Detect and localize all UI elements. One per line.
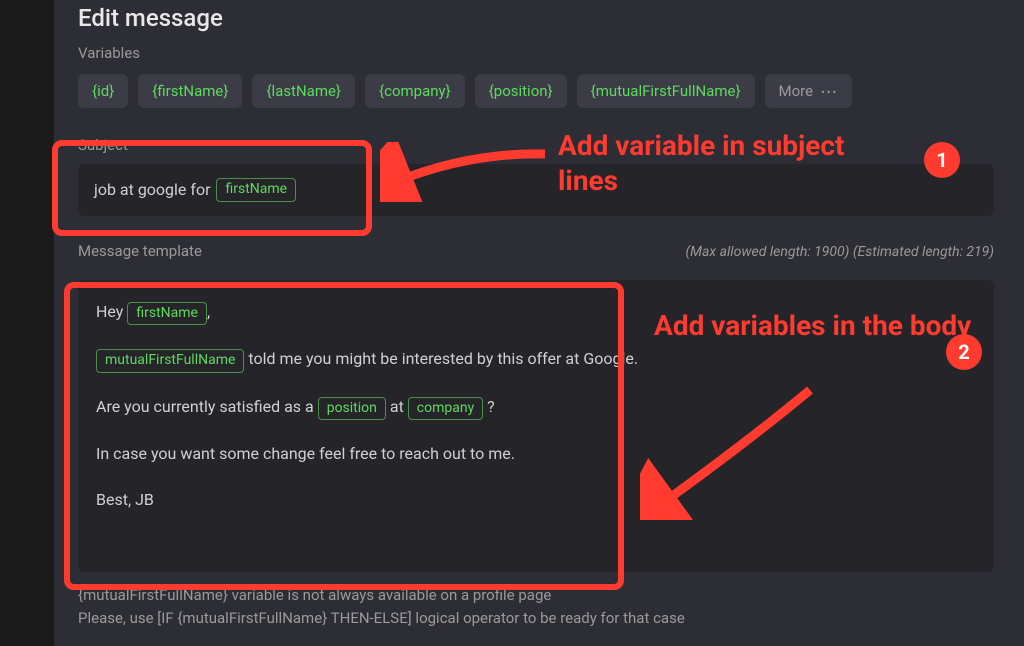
variable-chips-row: {id} {firstName} {lastName} {company} {p… [78,74,994,108]
subject-label: Subject [78,136,994,154]
template-variable-company[interactable]: company [408,397,483,421]
edit-message-panel: Edit message Variables {id} {firstName} … [54,0,1024,646]
template-variable-position[interactable]: position [318,397,386,421]
subject-section: Subject job at google for firstName [78,136,994,216]
footnote-line: {mutualFirstFullName} variable is not al… [78,584,994,607]
template-header: Message template (Max allowed length: 19… [78,242,994,270]
variable-chip-firstname[interactable]: {firstName} [138,74,242,108]
template-variable-mutualfirstfullname[interactable]: mutualFirstFullName [96,349,244,373]
template-variable-firstname[interactable]: firstName [127,302,207,326]
template-line: Hey firstName, [96,300,976,326]
length-info: (Max allowed length: 1900) (Estimated le… [686,244,994,260]
template-line: Are you currently satisfied as a positio… [96,395,976,421]
variable-chip-position[interactable]: {position} [475,74,567,108]
footnote-line: Please, use [IF {mutualFirstFullName} TH… [78,607,994,630]
left-sidebar-strip [0,0,54,646]
template-text: ? [483,397,495,416]
variable-chip-id[interactable]: {id} [78,74,128,108]
template-text: Hey [96,302,127,321]
variables-label: Variables [78,44,994,62]
template-text: told me you might be interested by this … [244,349,638,368]
template-label: Message template [78,242,202,260]
template-line: In case you want some change feel free t… [96,442,976,466]
message-template-input[interactable]: Hey firstName, mutualFirstFullName told … [78,280,994,573]
subject-input[interactable]: job at google for firstName [78,164,994,216]
template-text: , [207,302,210,321]
page-title: Edit message [78,4,994,32]
more-label: More [779,82,814,100]
template-text: Are you currently satisfied as a [96,397,318,416]
template-line: mutualFirstFullName told me you might be… [96,347,976,373]
variable-chip-lastname[interactable]: {lastName} [252,74,355,108]
subject-variable-firstname[interactable]: firstName [216,178,296,202]
estimated-length: (Estimated length: 219) [853,244,994,260]
variable-chip-mutualfirstfullname[interactable]: {mutualFirstFullName} [577,74,755,108]
ellipsis-icon [821,82,838,100]
template-text: at [386,397,408,416]
more-variables-button[interactable]: More [765,74,853,108]
subject-text: job at google for [94,180,210,199]
variable-chip-company[interactable]: {company} [365,74,465,108]
max-length: (Max allowed length: 1900) [686,244,850,260]
footnote: {mutualFirstFullName} variable is not al… [78,584,994,629]
template-line: Best, JB [96,488,976,512]
